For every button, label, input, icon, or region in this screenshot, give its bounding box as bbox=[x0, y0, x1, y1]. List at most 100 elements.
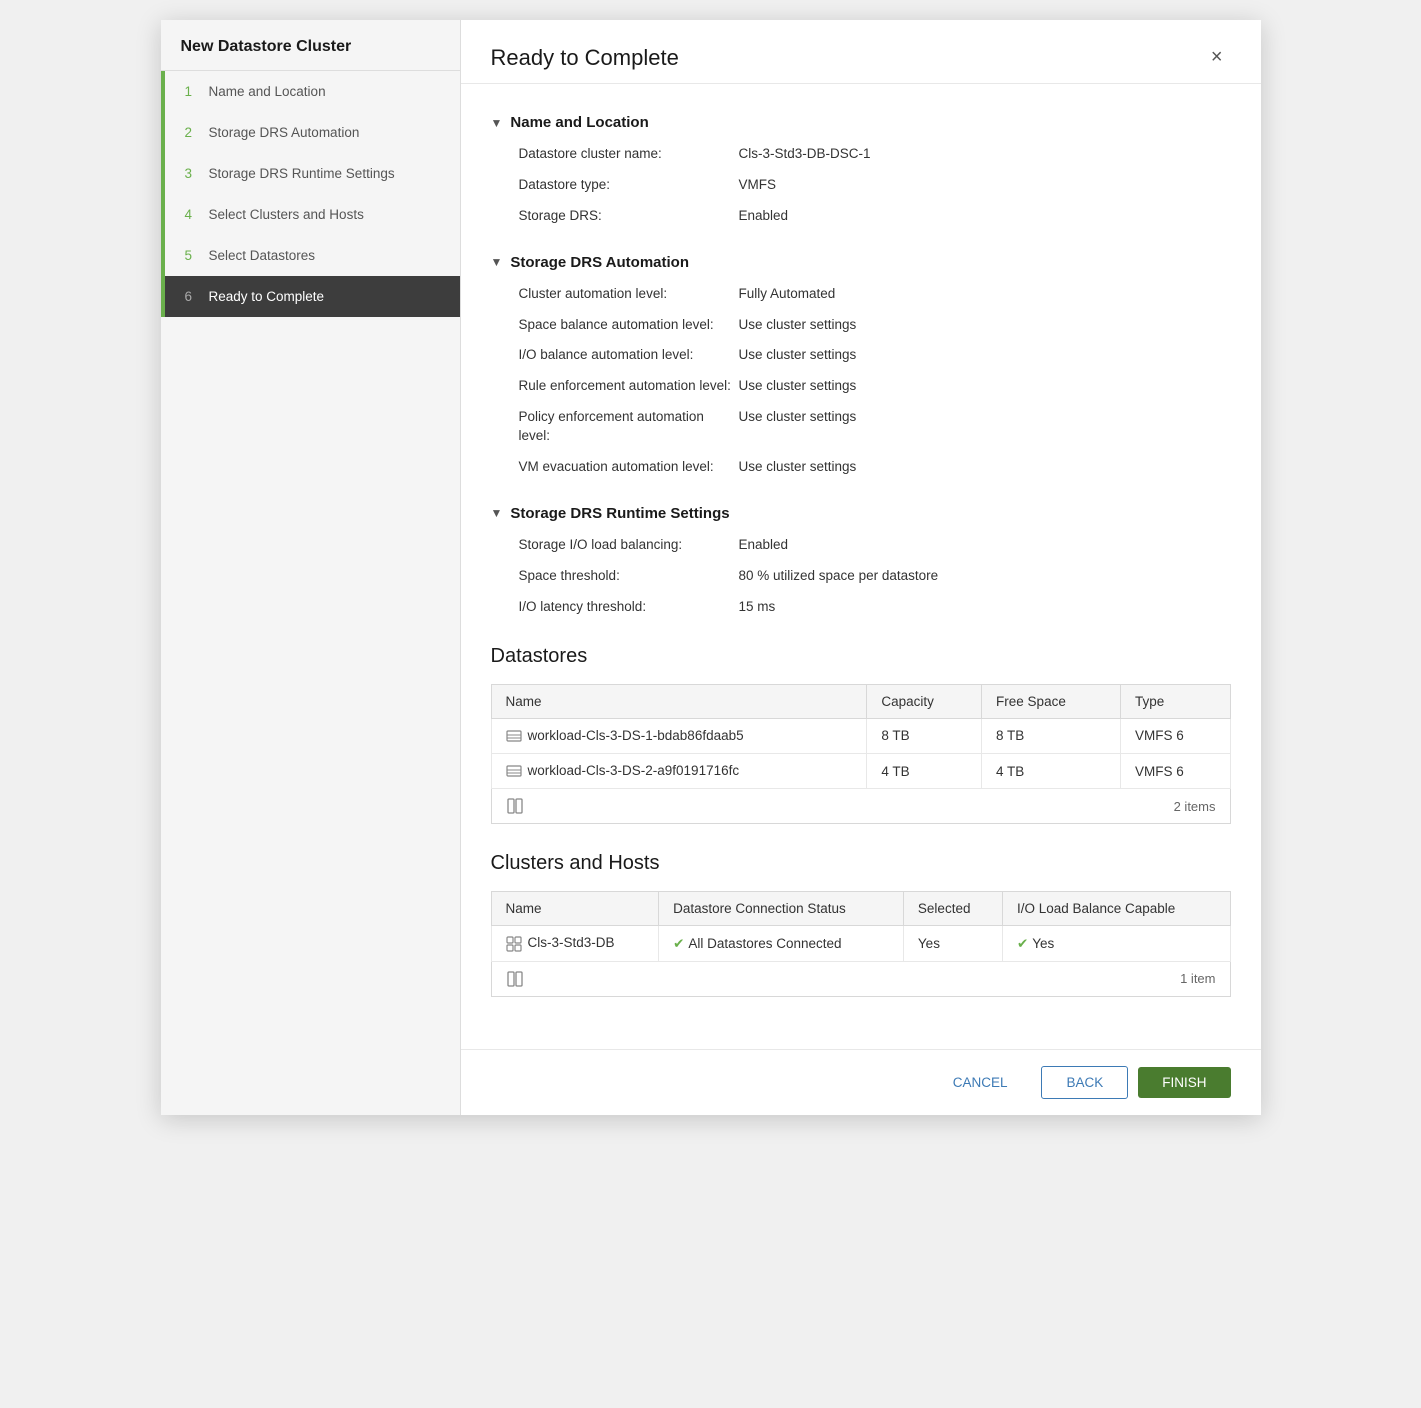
sidebar-item-label: Ready to Complete bbox=[209, 289, 325, 304]
main-body: ▼ Name and Location Datastore cluster na… bbox=[461, 84, 1261, 1049]
cluster-icon bbox=[506, 936, 522, 952]
datastore-name: workload-Cls-3-DS-2-a9f0191716fc bbox=[491, 754, 867, 789]
clusters-hosts-section: Clusters and Hosts NameDatastore Connect… bbox=[491, 852, 1231, 996]
detail-value: Use cluster settings bbox=[739, 316, 1231, 335]
datastore-name: workload-Cls-3-DS-1-bdab86fdaab5 bbox=[491, 718, 867, 753]
clusters-table-head: NameDatastore Connection StatusSelectedI… bbox=[491, 892, 1230, 926]
connection-status: ✔All Datastores Connected bbox=[659, 926, 904, 961]
close-button[interactable]: × bbox=[1203, 42, 1231, 73]
datastore-type: VMFS 6 bbox=[1121, 754, 1230, 789]
detail-value: Fully Automated bbox=[739, 285, 1231, 304]
column-header: Type bbox=[1121, 684, 1230, 718]
datastore-capacity: 4 TB bbox=[867, 754, 982, 789]
detail-label: Cluster automation level: bbox=[519, 285, 739, 304]
sidebar-nav: 1 Name and Location 2Storage DRS Automatio… bbox=[161, 71, 460, 317]
detail-value: Enabled bbox=[739, 536, 1231, 555]
cluster-name: Cls-3-Std3-DB bbox=[491, 926, 659, 961]
status-ok-icon: ✔ bbox=[673, 936, 684, 951]
column-header: I/O Load Balance Capable bbox=[1002, 892, 1230, 926]
datastores-table-footer: 2 items bbox=[491, 789, 1231, 824]
table-row: workload-Cls-3-DS-1-bdab86fdaab58 TB8 TB… bbox=[491, 718, 1230, 753]
clusters-table-wrapper: NameDatastore Connection StatusSelectedI… bbox=[491, 891, 1231, 996]
detail-value: 80 % utilized space per datastore bbox=[739, 567, 1231, 586]
datastores-table-body: workload-Cls-3-DS-1-bdab86fdaab58 TB8 TB… bbox=[491, 718, 1230, 789]
step-number: 2 bbox=[185, 125, 201, 140]
dialog: New Datastore Cluster 1Name and Location… bbox=[161, 20, 1261, 1115]
column-header: Name bbox=[491, 892, 659, 926]
storage-drs-automation-section: ▼ Storage DRS Automation Cluster automat… bbox=[491, 254, 1231, 477]
step-number: 5 bbox=[185, 248, 201, 263]
table-columns-icon bbox=[506, 797, 524, 815]
main-content: Ready to Complete × ▼ Name and Location … bbox=[461, 20, 1261, 1115]
detail-value: 15 ms bbox=[739, 598, 1231, 617]
detail-label: Storage I/O load balancing: bbox=[519, 536, 739, 555]
main-header: Ready to Complete × bbox=[461, 20, 1261, 84]
detail-label: Datastore cluster name: bbox=[519, 145, 739, 164]
column-header: Capacity bbox=[867, 684, 982, 718]
detail-label: VM evacuation automation level: bbox=[519, 458, 739, 477]
storage-drs-automation-label: Storage DRS Automation bbox=[510, 254, 689, 271]
detail-label: Policy enforcement automation level: bbox=[519, 408, 739, 446]
sidebar-item-storage-drs-runtime[interactable]: 3 Storage DRS Runtime Settings bbox=[161, 153, 460, 194]
datastore-free-space: 8 TB bbox=[982, 718, 1121, 753]
detail-label: Space balance automation level: bbox=[519, 316, 739, 335]
cancel-button[interactable]: CANCEL bbox=[929, 1067, 1032, 1098]
sidebar-item-label: Select Datastores bbox=[209, 248, 316, 263]
sidebar-item-ready-to-complete[interactable]: 6 Ready to Complete bbox=[161, 276, 460, 317]
detail-label: Rule enforcement automation level: bbox=[519, 377, 739, 396]
name-location-section: ▼ Name and Location Datastore cluster na… bbox=[491, 114, 1231, 226]
datastores-table-head: NameCapacityFree SpaceType bbox=[491, 684, 1230, 718]
sidebar-item-name-location[interactable]: 1 Name and Location bbox=[161, 71, 460, 112]
step-number: 4 bbox=[185, 207, 201, 222]
chevron-icon-2: ▼ bbox=[491, 255, 503, 269]
column-header: Selected bbox=[903, 892, 1002, 926]
datastore-icon bbox=[506, 728, 522, 744]
name-location-label: Name and Location bbox=[510, 114, 648, 131]
page-title: Ready to Complete bbox=[491, 45, 679, 71]
step-number: 3 bbox=[185, 166, 201, 181]
datastore-capacity: 8 TB bbox=[867, 718, 982, 753]
sidebar-item-label: Select Clusters and Hosts bbox=[209, 207, 364, 222]
sidebar-item-select-clusters-hosts[interactable]: 4 Select Clusters and Hosts bbox=[161, 194, 460, 235]
finish-button[interactable]: FINISH bbox=[1138, 1067, 1230, 1098]
sidebar-item-label: Storage DRS Runtime Settings bbox=[209, 166, 395, 181]
storage-drs-automation-header: ▼ Storage DRS Automation bbox=[491, 254, 1231, 271]
name-location-grid: Datastore cluster name:Cls-3-Std3-DB-DSC… bbox=[519, 145, 1231, 226]
column-header: Name bbox=[491, 684, 867, 718]
detail-value: Use cluster settings bbox=[739, 346, 1231, 365]
storage-drs-automation-grid: Cluster automation level:Fully Automated… bbox=[519, 285, 1231, 477]
clusters-hosts-title: Clusters and Hosts bbox=[491, 852, 1231, 875]
io-capable-value: ✔Yes bbox=[1002, 926, 1230, 961]
table-row: Cls-3-Std3-DB✔All Datastores ConnectedYe… bbox=[491, 926, 1230, 961]
sidebar-item-storage-drs-automation[interactable]: 2Storage DRS Automation bbox=[161, 112, 460, 153]
detail-value: Use cluster settings bbox=[739, 408, 1231, 446]
clusters-table-body: Cls-3-Std3-DB✔All Datastores ConnectedYe… bbox=[491, 926, 1230, 961]
detail-value: VMFS bbox=[739, 176, 1231, 195]
detail-value: Enabled bbox=[739, 207, 1231, 226]
datastores-table-wrapper: NameCapacityFree SpaceType workload-Cls-… bbox=[491, 684, 1231, 825]
detail-label: I/O latency threshold: bbox=[519, 598, 739, 617]
datastores-section: Datastores NameCapacityFree SpaceType wo… bbox=[491, 645, 1231, 825]
clusters-columns-icon bbox=[506, 970, 524, 988]
sidebar: New Datastore Cluster 1Name and Location… bbox=[161, 20, 461, 1115]
datastore-type: VMFS 6 bbox=[1121, 718, 1230, 753]
storage-drs-runtime-label: Storage DRS Runtime Settings bbox=[510, 505, 729, 522]
sidebar-item-select-datastores[interactable]: 5 Select Datastores bbox=[161, 235, 460, 276]
clusters-count: 1 item bbox=[1180, 971, 1215, 986]
step-number: 1 bbox=[185, 84, 201, 99]
column-header: Free Space bbox=[982, 684, 1121, 718]
datastore-free-space: 4 TB bbox=[982, 754, 1121, 789]
storage-drs-runtime-header: ▼ Storage DRS Runtime Settings bbox=[491, 505, 1231, 522]
back-button[interactable]: BACK bbox=[1041, 1066, 1128, 1099]
sidebar-item-label: Name and Location bbox=[209, 84, 326, 99]
storage-drs-runtime-section: ▼ Storage DRS Runtime Settings Storage I… bbox=[491, 505, 1231, 617]
step-number: 6 bbox=[185, 289, 201, 304]
name-location-header: ▼ Name and Location bbox=[491, 114, 1231, 131]
detail-value: Cls-3-Std3-DB-DSC-1 bbox=[739, 145, 1231, 164]
chevron-icon: ▼ bbox=[491, 116, 503, 130]
datastores-title: Datastores bbox=[491, 645, 1231, 668]
datastores-table: NameCapacityFree SpaceType workload-Cls-… bbox=[491, 684, 1231, 790]
clusters-table-footer: 1 item bbox=[491, 962, 1231, 997]
datastore-icon bbox=[506, 763, 522, 779]
column-header: Datastore Connection Status bbox=[659, 892, 904, 926]
